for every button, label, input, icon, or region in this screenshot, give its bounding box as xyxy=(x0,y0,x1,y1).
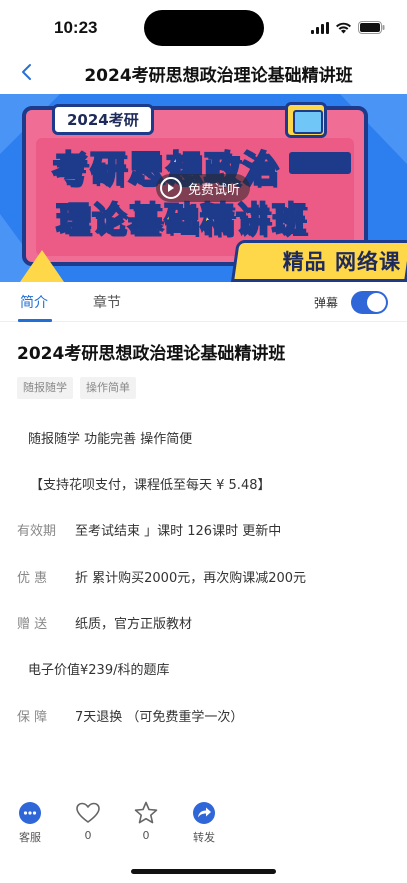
course-features: 随报随学 功能完善 操作简便 xyxy=(28,432,193,447)
discount-label: 优 惠 xyxy=(17,571,48,586)
back-button[interactable] xyxy=(12,60,40,88)
free-preview-button[interactable]: 免费试听 xyxy=(156,174,251,202)
free-preview-label: 免费试听 xyxy=(188,182,241,198)
share-icon xyxy=(191,800,217,826)
customer-service-label: 客服 xyxy=(19,831,41,844)
heart-icon xyxy=(75,800,101,826)
wifi-icon xyxy=(335,19,352,38)
banner-corner-badge: 精品 网络课 xyxy=(282,250,401,274)
favorite-count: 0 xyxy=(142,829,150,842)
guarantee-value: 7天退换 （可免费重学一次） xyxy=(75,710,244,725)
star-icon xyxy=(133,800,159,826)
like-button[interactable]: 0 xyxy=(68,800,108,842)
tag: 随报随学 xyxy=(17,377,73,399)
dynamic-island xyxy=(144,10,264,46)
chevron-left-icon xyxy=(20,63,32,85)
toggle-knob xyxy=(367,293,386,312)
status-bar: 10:23 xyxy=(0,0,407,54)
banner-year-badge: 2024考研 xyxy=(52,104,154,135)
home-indicator xyxy=(131,869,276,874)
banner-decor-bar xyxy=(289,152,351,174)
share-button[interactable]: 转发 xyxy=(184,800,224,845)
question-bank-note: 电子价值¥239/科的题库 xyxy=(28,663,170,678)
status-icons xyxy=(311,19,385,38)
chat-bubble-icon xyxy=(17,800,43,826)
course-banner: 2024考研 考研思想政治 理论基础精讲班 精品 网络课 免费试听 xyxy=(0,94,407,282)
content-tabs: 简介 章节 弹幕 xyxy=(0,282,407,322)
guarantee-label: 保 障 xyxy=(17,710,48,725)
payment-note: 【支持花呗支付，课程低至每天 ¥ 5.48】 xyxy=(30,478,271,493)
triangle-icon xyxy=(20,250,64,282)
battery-icon xyxy=(358,19,385,38)
course-title: 2024考研思想政治理论基础精讲班 xyxy=(17,344,286,364)
gift-label: 赠 送 xyxy=(17,617,48,632)
like-count: 0 xyxy=(84,829,92,842)
nav-bar: 2024考研思想政治理论基础精讲班 xyxy=(0,54,407,94)
favorite-button[interactable]: 0 xyxy=(126,800,166,842)
tv-icon xyxy=(285,102,327,138)
danmu-label: 弹幕 xyxy=(314,296,339,310)
danmu-toggle[interactable] xyxy=(351,291,388,314)
play-icon xyxy=(160,177,182,199)
tab-active-indicator xyxy=(18,319,52,322)
discount-value: 折 累计购买2000元，再次购课减200元 xyxy=(75,571,307,586)
validity-value: 至考试结束 」课时 126课时 更新中 xyxy=(75,524,282,539)
customer-service-button[interactable]: 客服 xyxy=(10,800,50,845)
page-title: 2024考研思想政治理论基础精讲班 xyxy=(84,66,353,86)
validity-label: 有效期 xyxy=(17,524,57,539)
tab-intro[interactable]: 简介 xyxy=(20,292,48,312)
status-time: 10:23 xyxy=(54,18,98,37)
tab-chapters[interactable]: 章节 xyxy=(93,292,121,312)
gift-value: 纸质，官方正版教材 xyxy=(75,617,193,632)
tag: 操作简单 xyxy=(80,377,136,399)
share-label: 转发 xyxy=(193,831,215,844)
signal-icon xyxy=(311,19,329,38)
